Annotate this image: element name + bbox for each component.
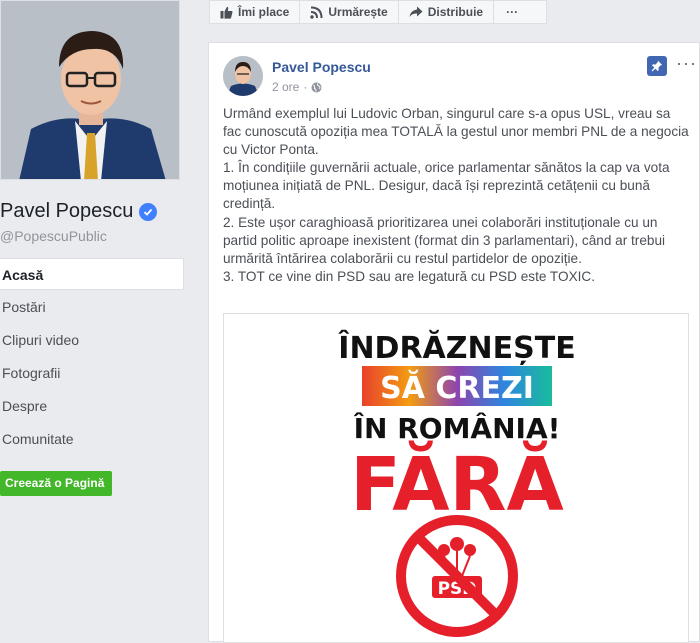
poster-graphic: ÎNDRĂZNEȘTE SĂ CREZI ÎN ROMÂNIA! FĂRĂ PS…: [338, 329, 576, 637]
post-meta: 2 ore ·: [272, 80, 322, 94]
verified-badge-icon: [139, 202, 158, 221]
post-options-icon[interactable]: ···: [676, 53, 697, 74]
sidebar-item-home[interactable]: Acasă: [0, 258, 184, 290]
rss-follow-icon: [310, 6, 323, 19]
page-action-bar: Îmi place Urmărește Distribuie ···: [209, 0, 547, 24]
post-paragraph: 3. TOT ce vine din PSD sau are legatură …: [223, 268, 596, 284]
share-label: Distribuie: [427, 5, 484, 19]
post-paragraph: 2. Este ușor caraghioasă prioritizarea u…: [223, 214, 666, 266]
post-paragraph: 1. În condițiile guvernării actuale, ori…: [223, 160, 670, 212]
page-name-text: Pavel Popescu: [0, 200, 134, 222]
poster-line-3: ÎN ROMÂNIA!: [354, 411, 561, 445]
sidebar-item-community[interactable]: Comunitate: [0, 423, 184, 455]
psd-prohibited-logo: PSD: [396, 515, 518, 637]
follow-label: Urmărește: [328, 5, 388, 19]
page-handle[interactable]: @PopescuPublic: [0, 228, 107, 244]
more-options-button[interactable]: ···: [494, 1, 530, 23]
post-timestamp[interactable]: 2 ore: [272, 80, 299, 94]
follow-button[interactable]: Urmărește: [300, 1, 399, 23]
globe-icon[interactable]: [311, 82, 322, 93]
pinned-post-icon[interactable]: [647, 56, 667, 76]
profile-photo[interactable]: [0, 0, 180, 180]
like-label: Îmi place: [238, 5, 290, 19]
post-paragraph: Urmând exemplul lui Ludovic Orban, singu…: [223, 106, 689, 158]
post-card: Pavel Popescu 2 ore · ··· Urmând exemplu…: [208, 42, 700, 643]
post-body: Urmând exemplul lui Ludovic Orban, singu…: [223, 105, 689, 286]
poster-line-1: ÎNDRĂZNEȘTE: [338, 329, 575, 366]
sidebar-item-about[interactable]: Despre: [0, 390, 184, 422]
dot-separator: ·: [303, 80, 308, 94]
poster-line-2: SĂ CREZI: [380, 369, 534, 406]
sidebar-item-videos[interactable]: Clipuri video: [0, 324, 184, 356]
post-author-name[interactable]: Pavel Popescu: [272, 59, 371, 75]
create-page-button[interactable]: Creează o Pagină: [0, 471, 113, 496]
sidebar-item-photos[interactable]: Fotografii: [0, 357, 184, 389]
post-image[interactable]: ÎNDRĂZNEȘTE SĂ CREZI ÎN ROMÂNIA! FĂRĂ PS…: [223, 313, 689, 643]
thumbs-up-icon: [220, 6, 233, 19]
like-page-button[interactable]: Îmi place: [210, 1, 301, 23]
share-button[interactable]: Distribuie: [399, 1, 495, 23]
sidebar-nav: Acasă Postări Clipuri video Fotografii D…: [0, 258, 184, 456]
sidebar-item-posts[interactable]: Postări: [0, 291, 184, 323]
page-title[interactable]: Pavel Popescu: [0, 200, 158, 223]
author-avatar[interactable]: [223, 56, 263, 96]
share-arrow-icon: [409, 6, 423, 17]
poster-line-4: FĂRĂ: [350, 440, 564, 528]
